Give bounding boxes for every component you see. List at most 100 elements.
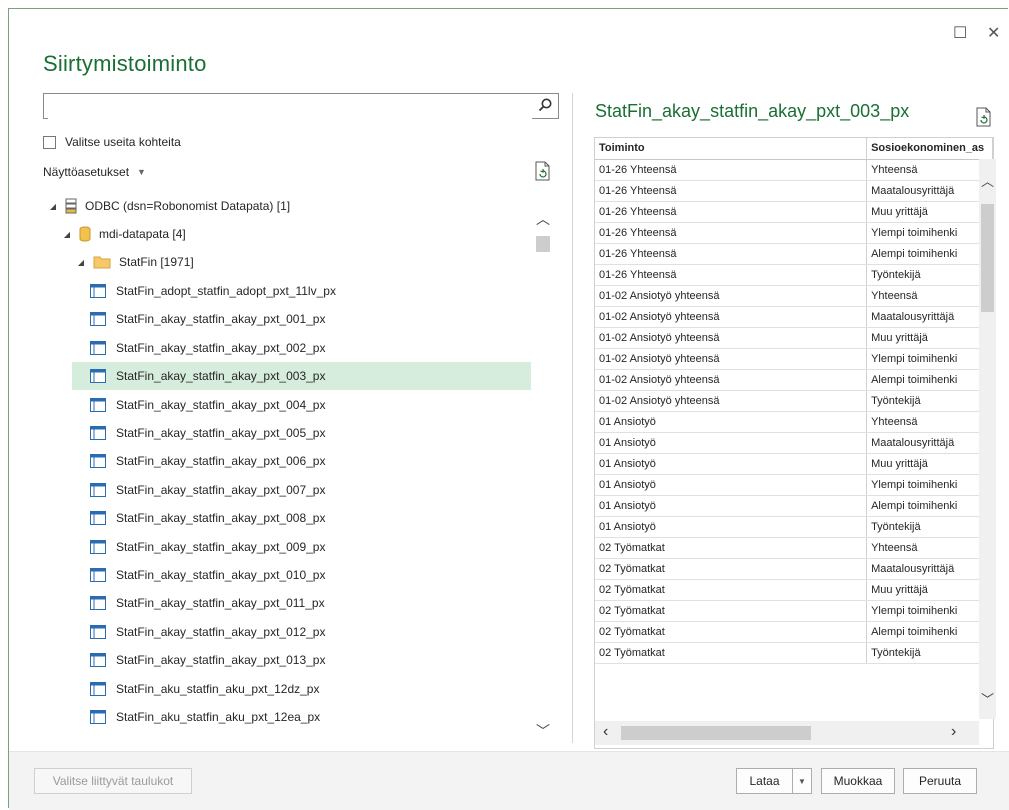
table-icon: [90, 624, 106, 639]
tree-node-folder[interactable]: ◢ StatFin [1971]: [75, 249, 194, 275]
edit-button[interactable]: Muokkaa: [821, 768, 895, 794]
table-row: 01 Ansiotyö Alempi toimihenki: [595, 495, 993, 517]
table-cell: 01-26 Yhteensä: [595, 201, 868, 223]
table-cell: Alempi toimihenki: [866, 369, 993, 391]
table-cell: 02 Työmatkat: [595, 558, 868, 580]
scroll-down-icon[interactable]: ﹀: [981, 689, 994, 708]
select-multiple-checkbox[interactable]: [43, 135, 56, 149]
scroll-right-icon[interactable]: ›: [951, 723, 956, 741]
dialog-footer: Valitse liittyvät taulukot Lataa ▼ Muokk…: [9, 751, 1009, 810]
select-related-tables-button[interactable]: Valitse liittyvät taulukot: [34, 768, 192, 794]
table-cell: 01-02 Ansiotyö yhteensä: [595, 369, 868, 391]
table-row: 01 Ansiotyö Työntekijä: [595, 516, 993, 538]
table-cell: Yhteensä: [866, 159, 993, 181]
select-multiple-option[interactable]: Valitse useita kohteita: [43, 135, 181, 149]
table-cell: 01 Ansiotyö: [595, 411, 868, 433]
scroll-up-icon[interactable]: ︿: [536, 209, 550, 229]
tree-item-table[interactable]: StatFin_akay_statfin_akay_pxt_008_px: [72, 504, 531, 532]
collapse-triangle-icon[interactable]: ◢: [47, 202, 59, 211]
scroll-left-icon[interactable]: ‹: [603, 723, 608, 741]
scrollbar-thumb[interactable]: [536, 236, 550, 252]
tree-item-table[interactable]: StatFin_akay_statfin_akay_pxt_013_px: [72, 646, 531, 674]
tree-item-table[interactable]: StatFin_akay_statfin_akay_pxt_001_px: [72, 305, 531, 333]
tree-item-table[interactable]: StatFin_akay_statfin_akay_pxt_006_px: [72, 447, 531, 475]
tree-item-table[interactable]: StatFin_aku_statfin_aku_pxt_12dz_px: [72, 675, 531, 703]
tree-item-label: StatFin_akay_statfin_akay_pxt_004_px: [116, 397, 326, 412]
table-cell: 01-02 Ansiotyö yhteensä: [595, 327, 868, 349]
search-icon[interactable]: [537, 97, 553, 113]
table-cell: 01-26 Yhteensä: [595, 159, 868, 181]
table-cell: 01-02 Ansiotyö yhteensä: [595, 285, 868, 307]
tree-item-table[interactable]: StatFin_akay_statfin_akay_pxt_003_px: [72, 362, 531, 391]
maximize-icon[interactable]: ☐: [953, 23, 967, 43]
tree-vertical-scrollbar[interactable]: ︿ ﹀: [533, 209, 551, 739]
tree-item-table[interactable]: StatFin_akay_statfin_akay_pxt_009_px: [72, 533, 531, 561]
table-cell: Alempi toimihenki: [866, 243, 993, 265]
tree-item-table[interactable]: StatFin_akay_statfin_akay_pxt_004_px: [72, 391, 531, 419]
table-icon: [90, 681, 106, 696]
table-cell: 01-02 Ansiotyö yhteensä: [595, 306, 868, 328]
table-row: 01-02 Ansiotyö yhteensä Yhteensä: [595, 285, 993, 307]
scroll-up-icon[interactable]: ︿: [981, 171, 994, 190]
table-icon: [90, 340, 106, 355]
tree-node-label: ODBC (dsn=Robonomist Datapata) [1]: [85, 199, 291, 213]
table-row: 02 Työmatkat Maatalousyrittäjä: [595, 558, 993, 580]
table-cell: Työntekijä: [866, 642, 993, 664]
table-row: 01-26 Yhteensä Työntekijä: [595, 264, 993, 286]
table-cell: 01-26 Yhteensä: [595, 264, 868, 286]
table-row: 01-26 Yhteensä Yhteensä: [595, 159, 993, 181]
cancel-button[interactable]: Peruuta: [903, 768, 977, 794]
tree-item-label: StatFin_akay_statfin_akay_pxt_007_px: [116, 482, 326, 497]
view-options-dropdown[interactable]: Näyttöasetukset ▼: [43, 165, 146, 179]
table-row: 01-02 Ansiotyö yhteensä Ylempi toimihenki: [595, 348, 993, 370]
tree-item-label: StatFin_akay_statfin_akay_pxt_006_px: [116, 454, 326, 469]
table-cell: 01-26 Yhteensä: [595, 180, 868, 202]
scroll-down-icon[interactable]: ﹀: [536, 721, 550, 741]
tree-item-table[interactable]: StatFin_akay_statfin_akay_pxt_010_px: [72, 561, 531, 589]
table-row: 02 Työmatkat Yhteensä: [595, 537, 993, 559]
table-cell: 01-02 Ansiotyö yhteensä: [595, 390, 868, 412]
collapse-triangle-icon[interactable]: ◢: [75, 258, 87, 267]
table-row: 01-02 Ansiotyö yhteensä Alempi toimihenki: [595, 369, 993, 391]
table-row: 02 Työmatkat Alempi toimihenki: [595, 621, 993, 643]
preview-vertical-scrollbar[interactable]: ︿ ﹀: [979, 159, 996, 719]
tree-item-label: StatFin_akay_statfin_akay_pxt_008_px: [116, 511, 326, 526]
table-icon: [90, 653, 106, 668]
preview-horizontal-scrollbar[interactable]: ‹ ›: [595, 721, 979, 745]
table-icon: [90, 482, 106, 497]
table-row: 02 Työmatkat Muu yrittäjä: [595, 579, 993, 601]
tree-item-table[interactable]: StatFin_akay_statfin_akay_pxt_002_px: [72, 334, 531, 362]
scrollbar-thumb[interactable]: [621, 726, 811, 740]
folder-icon: [93, 256, 111, 269]
tree-item-table[interactable]: StatFin_akay_statfin_akay_pxt_012_px: [72, 618, 531, 646]
load-options-dropdown[interactable]: ▼: [792, 768, 812, 794]
tree-item-table[interactable]: StatFin_adopt_statfin_adopt_pxt_11lv_px: [72, 277, 531, 305]
table-row: 01 Ansiotyö Maatalousyrittäjä: [595, 432, 993, 454]
tree-node-label: StatFin [1971]: [119, 255, 194, 269]
search-input[interactable]: [48, 95, 532, 119]
refresh-preview-icon[interactable]: [975, 107, 993, 127]
tree-node-database[interactable]: ◢ mdi-datapata [4]: [61, 221, 186, 247]
collapse-triangle-icon[interactable]: ◢: [61, 230, 73, 239]
refresh-icon[interactable]: [534, 161, 552, 181]
tree-item-label: StatFin_akay_statfin_akay_pxt_012_px: [116, 624, 326, 639]
navigator-tree: ◢ ODBC (dsn=Robonomist Datapata) [1] ◢ m…: [43, 189, 533, 741]
tree-item-table[interactable]: StatFin_akay_statfin_akay_pxt_011_px: [72, 589, 531, 617]
select-multiple-label: Valitse useita kohteita: [65, 135, 181, 149]
tree-item-table[interactable]: StatFin_akay_statfin_akay_pxt_007_px: [72, 476, 531, 504]
column-header[interactable]: Sosioekonominen_as: [866, 138, 993, 160]
search-box[interactable]: [43, 93, 559, 119]
scrollbar-thumb[interactable]: [981, 204, 994, 312]
tree-item-label: StatFin_akay_statfin_akay_pxt_011_px: [116, 596, 325, 611]
tree-item-table[interactable]: StatFin_aku_statfin_aku_pxt_12ea_px: [72, 703, 531, 731]
table-cell: 02 Työmatkat: [595, 579, 868, 601]
load-button[interactable]: Lataa: [736, 768, 792, 794]
tree-item-table[interactable]: StatFin_akay_statfin_akay_pxt_005_px: [72, 419, 531, 447]
tree-item-label: StatFin_aku_statfin_aku_pxt_12dz_px: [116, 681, 320, 696]
table-cell: Ylempi toimihenki: [866, 222, 993, 244]
column-header[interactable]: Toiminto: [595, 138, 868, 160]
table-row: 01-02 Ansiotyö yhteensä Muu yrittäjä: [595, 327, 993, 349]
tree-node-odbc[interactable]: ◢ ODBC (dsn=Robonomist Datapata) [1]: [47, 193, 290, 219]
close-icon[interactable]: ✕: [987, 23, 1000, 43]
table-cell: Maatalousyrittäjä: [866, 432, 993, 454]
